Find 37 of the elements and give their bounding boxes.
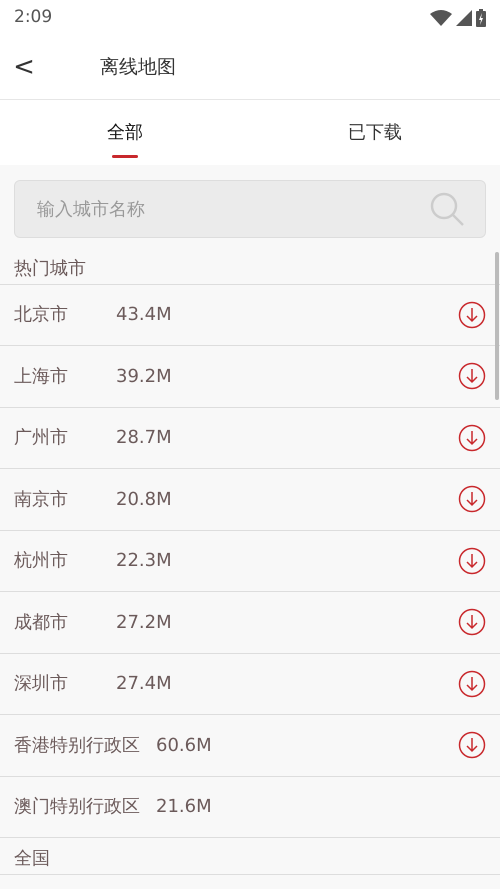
map-size: 27.2M (116, 610, 172, 635)
city-name: 澳门特别行政区 (14, 795, 140, 820)
map-size: 22.3M (116, 549, 172, 574)
tab[interactable]: 已下载 (250, 100, 500, 165)
page-title: 离线地图 (100, 54, 176, 80)
map-size: 43.4M (116, 303, 172, 328)
city-name: 北京市 (14, 303, 69, 328)
section-header: 全国 (0, 838, 500, 875)
map-size: 60.6M (156, 734, 212, 758)
tab[interactable]: 全部 (0, 100, 250, 165)
download-icon[interactable] (458, 608, 486, 636)
download-icon[interactable] (458, 485, 486, 514)
city-name: 深圳市 (14, 672, 69, 696)
download-icon[interactable] (458, 424, 486, 452)
download-icon[interactable] (458, 546, 486, 575)
map-size: 20.8M (116, 488, 172, 512)
search-input[interactable]: 输入城市名称 (35, 194, 429, 224)
search-field[interactable]: 输入城市名称 (14, 180, 486, 238)
map-size: 28.7M (116, 426, 172, 450)
map-size: 27.4M (116, 672, 172, 696)
status-time: 2:09 (14, 6, 52, 29)
download-icon[interactable] (458, 362, 486, 390)
city-name: 上海市 (14, 364, 69, 389)
wifi-icon (430, 10, 452, 26)
city-name: 成都市 (14, 610, 69, 635)
city-name: 广州市 (14, 426, 69, 450)
city-name: 香港特别行政区 (14, 734, 140, 758)
download-icon[interactable] (458, 300, 486, 329)
map-size: 21.6M (156, 795, 212, 820)
battery-icon (476, 8, 486, 26)
back-button[interactable]: < (4, 54, 44, 80)
city-name: 南京市 (14, 488, 69, 512)
download-icon[interactable] (458, 670, 486, 698)
signal-icon (456, 10, 472, 26)
city-name: 杭州市 (14, 549, 69, 574)
download-icon[interactable] (458, 731, 486, 760)
map-size: 39.2M (116, 364, 172, 389)
